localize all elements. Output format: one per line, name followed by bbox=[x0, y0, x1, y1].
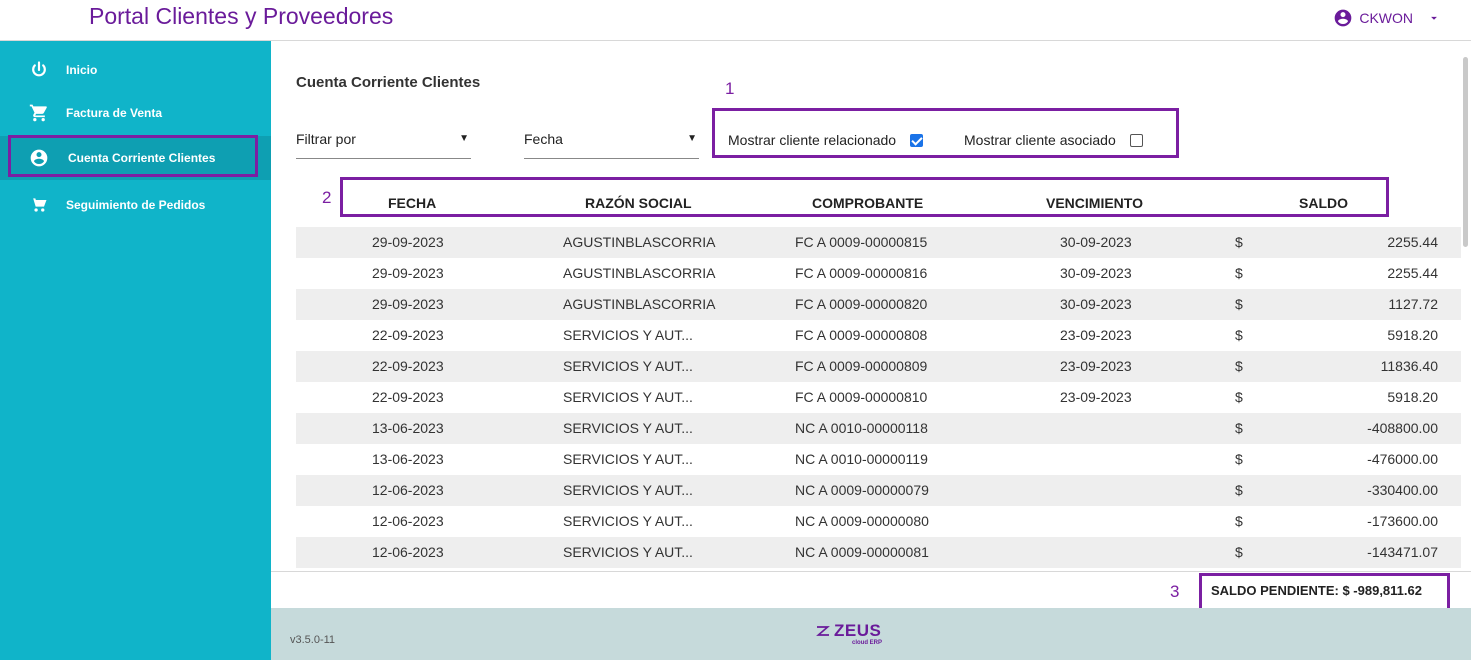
app-title: Portal Clientes y Proveedores bbox=[89, 3, 394, 29]
scrollbar[interactable] bbox=[1463, 57, 1468, 247]
divider bbox=[271, 571, 1471, 572]
annotation-box-3 bbox=[1199, 573, 1450, 611]
filter-select-value: Filtrar por bbox=[296, 131, 356, 147]
sidebar-item-label: Seguimiento de Pedidos bbox=[66, 198, 206, 212]
table-row[interactable]: 12-06-2023 SERVICIOS Y AUT... NC A 0009-00… bbox=[296, 506, 1461, 537]
sidebar-item-label: Inicio bbox=[66, 63, 98, 77]
fecha-select-value: Fecha bbox=[524, 131, 563, 147]
zeus-logo: ZEUS cloud ERP bbox=[815, 621, 882, 646]
annotation-box-2 bbox=[340, 177, 1389, 217]
table-row[interactable]: 13-06-2023 SERVICIOS Y AUT... NC A 0010-00… bbox=[296, 413, 1461, 444]
user-name: CKWON bbox=[1359, 10, 1413, 26]
shopping-tracking-icon bbox=[28, 194, 50, 216]
dropdown-arrow-icon: ▼ bbox=[459, 133, 469, 144]
sidebar-item-factura-de-venta[interactable]: Factura de Venta bbox=[0, 91, 271, 135]
annotation-number-3: 3 bbox=[1170, 582, 1180, 601]
chevron-down-icon bbox=[1431, 16, 1437, 20]
table-row[interactable]: 22-09-2023 SERVICIOS Y AUT... FC A 0009-00… bbox=[296, 382, 1461, 413]
user-menu[interactable]: CKWON bbox=[1333, 8, 1441, 28]
table-body: 29-09-2023 AGUSTINBLASCORRIA FC A 0009-000… bbox=[296, 227, 1461, 568]
annotation-box-sidebar bbox=[8, 135, 258, 177]
sidebar: Inicio Factura de Venta Cuenta Corriente… bbox=[0, 41, 271, 660]
table-row[interactable]: 22-09-2023 SERVICIOS Y AUT... FC A 0009-00… bbox=[296, 351, 1461, 382]
table-row[interactable]: 12-06-2023 SERVICIOS Y AUT... NC A 0009-00… bbox=[296, 475, 1461, 506]
dropdown-arrow-icon: ▼ bbox=[687, 133, 697, 144]
fecha-select[interactable]: Fecha ▼ bbox=[524, 128, 699, 159]
main-content: Cuenta Corriente Clientes Filtrar por ▼ … bbox=[271, 41, 1471, 611]
sidebar-item-seguimiento-de-pedidos[interactable]: Seguimiento de Pedidos bbox=[0, 183, 271, 227]
annotation-number-2: 2 bbox=[322, 188, 332, 207]
table-row[interactable]: 29-09-2023 AGUSTINBLASCORRIA FC A 0009-000… bbox=[296, 258, 1461, 289]
table-row[interactable]: 22-09-2023 SERVICIOS Y AUT... FC A 0009-00… bbox=[296, 320, 1461, 351]
page-title: Cuenta Corriente Clientes bbox=[296, 74, 481, 91]
version-label: v3.5.0-11 bbox=[290, 634, 336, 646]
filter-select[interactable]: Filtrar por ▼ bbox=[296, 128, 471, 159]
zeus-logo-text: ZEUS bbox=[834, 621, 882, 640]
top-bar: Portal Clientes y Proveedores CKWON bbox=[0, 0, 1471, 41]
sidebar-item-inicio[interactable]: Inicio bbox=[0, 48, 271, 92]
footer: v3.5.0-11 ZEUS cloud ERP bbox=[271, 608, 1471, 660]
table-row[interactable]: 29-09-2023 AGUSTINBLASCORRIA FC A 0009-000… bbox=[296, 289, 1461, 320]
sidebar-item-label: Factura de Venta bbox=[66, 106, 163, 120]
account-circle-icon bbox=[1334, 9, 1352, 27]
zeus-logo-icon bbox=[816, 626, 830, 636]
table-row[interactable]: 13-06-2023 SERVICIOS Y AUT... NC A 0010-00… bbox=[296, 444, 1461, 475]
annotation-box-1 bbox=[712, 108, 1179, 158]
annotation-number-1: 1 bbox=[725, 79, 735, 98]
zeus-logo-subtext: cloud ERP bbox=[852, 640, 883, 646]
table-row[interactable]: 29-09-2023 AGUSTINBLASCORRIA FC A 0009-000… bbox=[296, 227, 1461, 258]
power-icon bbox=[28, 59, 50, 81]
cart-icon bbox=[28, 102, 50, 124]
table-row[interactable]: 12-06-2023 SERVICIOS Y AUT... NC A 0009-00… bbox=[296, 537, 1461, 568]
